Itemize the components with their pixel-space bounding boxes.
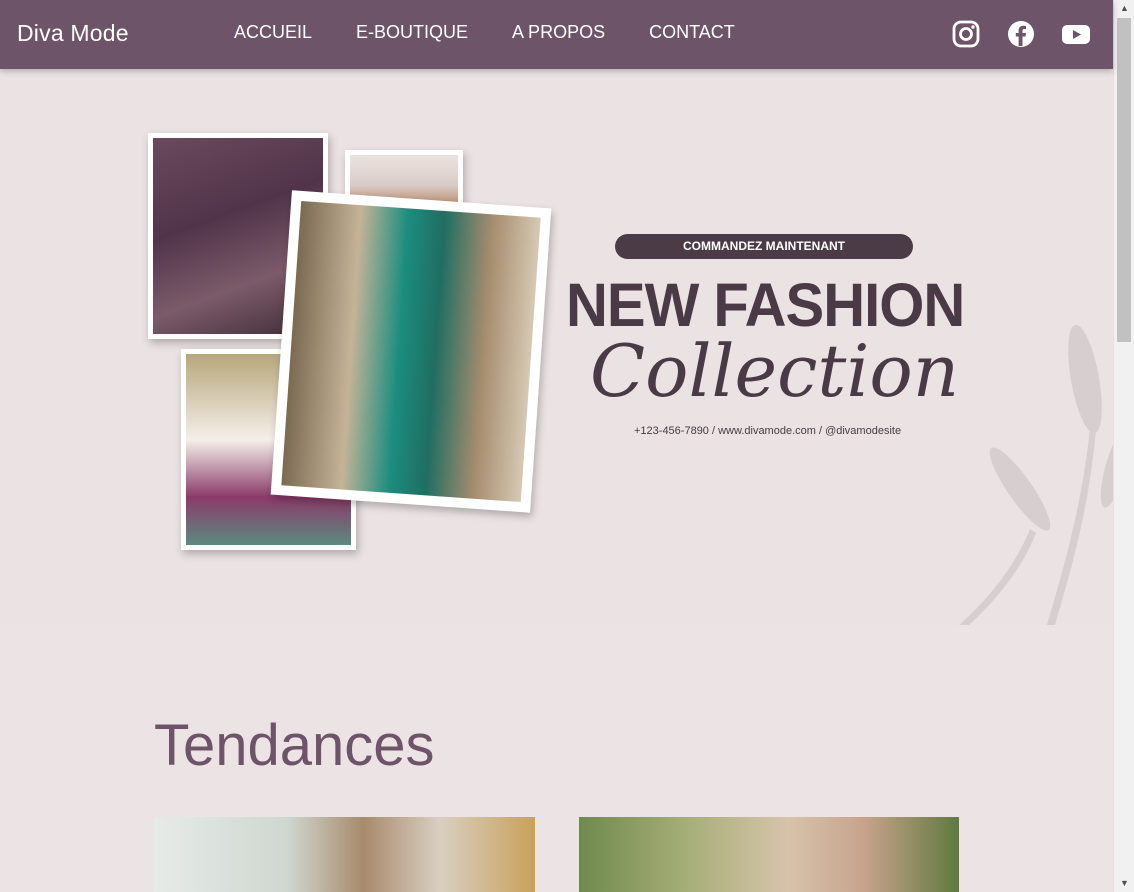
nav-link-accueil[interactable]: ACCUEIL (234, 22, 312, 43)
order-now-button[interactable]: COMMANDEZ MAINTENANT (615, 234, 913, 259)
featured-photo (270, 190, 552, 513)
top-navbar: Diva Mode ACCUEIL E-BOUTIQUE A PROPOS CO… (0, 0, 1113, 69)
section-title: Tendances (154, 713, 435, 778)
nav-link-a-propos[interactable]: A PROPOS (512, 22, 605, 43)
facebook-icon[interactable] (1006, 18, 1036, 50)
scroll-down-arrow-icon[interactable]: ▼ (1114, 875, 1134, 892)
social-links (926, 18, 1091, 50)
nav-links: ACCUEIL E-BOUTIQUE A PROPOS CONTACT (234, 22, 779, 43)
hero-banner: COMMANDEZ MAINTENANT NEW FASHION Collect… (0, 69, 1113, 625)
scrollbar-thumb[interactable] (1117, 18, 1131, 342)
scroll-up-arrow-icon[interactable]: ▲ (1114, 0, 1134, 17)
hero-contact-info: +123-456-7890 / www.divamode.com / @diva… (634, 425, 902, 437)
product-card-image[interactable] (154, 817, 535, 892)
scrollbar[interactable]: ▲ ▼ (1113, 0, 1134, 892)
hero-script-title: Collection (590, 329, 960, 413)
youtube-icon[interactable] (1061, 18, 1091, 50)
nav-link-e-boutique[interactable]: E-BOUTIQUE (356, 22, 468, 43)
brand-logo[interactable]: Diva Mode (17, 20, 129, 47)
instagram-icon[interactable] (951, 18, 981, 50)
product-card-image[interactable] (579, 817, 959, 892)
nav-link-contact[interactable]: CONTACT (649, 22, 735, 43)
